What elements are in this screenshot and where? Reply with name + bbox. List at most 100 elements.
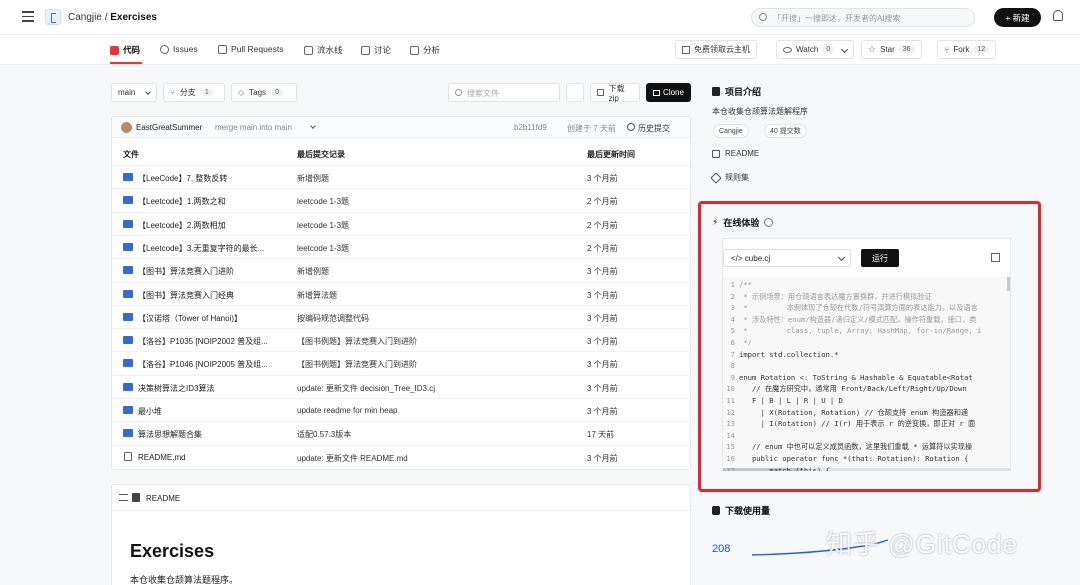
folder-icon — [123, 429, 133, 437]
file-search-input[interactable]: 搜索文件 — [448, 83, 560, 102]
global-search-input[interactable]: 「开搜」一搜即达，开发者的AI搜索 — [751, 8, 975, 27]
commits-chip[interactable]: 40 提交数 — [764, 124, 807, 138]
tag-icon: ◇ — [238, 88, 244, 97]
code-icon — [110, 46, 119, 55]
commit-time: 创建于 7 天前 — [567, 123, 616, 134]
commit-hash[interactable]: b2b11fd9 — [514, 123, 547, 132]
readme-header-label: README — [146, 494, 180, 503]
tab-issues[interactable]: Issues — [160, 44, 198, 54]
folder-icon — [123, 313, 133, 321]
download-zip-button[interactable]: 下载zip — [590, 83, 640, 102]
table-row[interactable]: 【Leetcode】1.两数之和leetcode 1-3题2 个月前 — [112, 188, 690, 211]
table-row[interactable]: 【洛谷】P1035 [NOIP2002 普及组...【图书例题】算法竞赛入门到进… — [112, 328, 690, 351]
file-commit[interactable]: 【图书例题】算法竞赛入门到进阶 — [297, 336, 497, 347]
table-row[interactable]: 算法思想解题合集适配0.57.3版本17 天前 — [112, 421, 690, 444]
breadcrumb-owner[interactable]: Cangjie — [68, 12, 102, 23]
chevron-down-icon — [145, 89, 151, 95]
file-commit[interactable]: 按编码规范调整代码 — [297, 313, 497, 324]
breadcrumb-repo[interactable]: Exercises — [110, 12, 157, 23]
web-ide-button[interactable] — [566, 83, 584, 102]
file-commit[interactable]: leetcode 1-3题 — [297, 196, 497, 207]
star-button[interactable]: ☆Star36 — [861, 40, 922, 59]
history-link[interactable]: 历史提交 — [638, 123, 670, 134]
file-commit[interactable]: update: 更新文件 decision_Tree_ID3.cj — [297, 383, 497, 394]
file-commit[interactable]: 【图书例题】算法竞赛入门到进阶 — [297, 359, 497, 370]
tab-code[interactable]: 代码 — [110, 44, 140, 56]
file-time: 3 个月前 — [587, 313, 618, 324]
breadcrumb-separator: / — [102, 12, 110, 23]
watch-button[interactable]: Watch0 — [776, 40, 854, 59]
bell-icon[interactable] — [1053, 10, 1063, 21]
file-name[interactable]: 【Leetcode】2.两数相加 — [138, 220, 298, 231]
list-icon[interactable] — [119, 494, 128, 501]
readme-link[interactable]: README — [712, 149, 759, 158]
readme-header: README — [112, 485, 690, 511]
file-name[interactable]: 最小堆 — [138, 406, 298, 417]
file-name[interactable]: 决策树算法之ID3算法 — [138, 383, 298, 394]
history-icon — [627, 123, 635, 131]
repo-nav: 代码 Issues Pull Requests 流水线 讨论 分析 免费领取云主… — [0, 35, 1080, 65]
file-commit[interactable]: leetcode 1-3题 — [297, 220, 497, 231]
terminal-icon — [653, 90, 660, 96]
tab-discussion[interactable]: 讨论 — [361, 44, 391, 56]
file-name[interactable]: 【图书】算法竞赛入门进阶 — [138, 266, 298, 277]
folder-icon — [123, 290, 133, 298]
free-host-button[interactable]: 免费领取云主机 — [675, 40, 757, 59]
menu-icon[interactable] — [22, 11, 34, 22]
table-row[interactable]: 【汉诺塔（Tower of Hanoi)】按编码规范调整代码 3 个月前 — [112, 305, 690, 328]
file-commit[interactable]: update readme for min heap — [297, 406, 497, 415]
col-file: 文件 — [123, 149, 139, 160]
tab-pull-requests[interactable]: Pull Requests — [218, 44, 283, 54]
language-chip[interactable]: Cangjie — [713, 124, 749, 138]
file-name[interactable]: 【汉诺塔（Tower of Hanoi)】 — [138, 313, 298, 324]
file-name[interactable]: 【洛谷】P1035 [NOIP2002 普及组... — [138, 336, 298, 347]
folder-icon — [123, 383, 133, 391]
file-commit[interactable]: leetcode 1-3题 — [297, 243, 497, 254]
chevron-down-icon[interactable] — [841, 46, 848, 53]
eye-icon — [783, 47, 792, 53]
downloads-title: 下载使用量 — [712, 504, 770, 517]
table-row[interactable]: 最小堆update readme for min heap3 个月前 — [112, 398, 690, 421]
table-row[interactable]: 【Leetcode】3.无重复字符的最长...leetcode 1-3题2 个月… — [112, 235, 690, 258]
avatar[interactable] — [121, 122, 132, 133]
folder-icon — [123, 336, 133, 344]
file-name[interactable]: 【Leetcode】1.两数之和 — [138, 196, 298, 207]
readme-title: Exercises — [130, 541, 214, 562]
table-row[interactable]: 【图书】算法竞赛入门经典新增算法题3 个月前 — [112, 282, 690, 305]
file-commit[interactable]: 新增例题 — [297, 173, 497, 184]
file-name[interactable]: 【LeeCode】7. 整数反转 — [138, 173, 298, 184]
tab-pipeline[interactable]: 流水线 — [304, 44, 343, 56]
tab-analysis[interactable]: 分析 — [410, 44, 440, 56]
table-row[interactable]: 【LeeCode】7. 整数反转新增例题3 个月前 — [112, 165, 690, 188]
tags-button[interactable]: ◇Tags0 — [231, 83, 297, 102]
clone-button[interactable]: Clone — [646, 83, 691, 102]
commit-message[interactable]: merge main into main — [215, 123, 292, 132]
table-row[interactable]: 【Leetcode】2.两数相加leetcode 1-3题2 个月前 — [112, 212, 690, 235]
watch-count: 0 — [822, 46, 834, 53]
fork-button[interactable]: ⑂Fork12 — [937, 40, 996, 59]
file-name[interactable]: README.md — [138, 453, 298, 462]
downloads-count: 208 — [712, 543, 730, 555]
table-row[interactable]: 【图书】算法竞赛入门进阶新增例题 3 个月前 — [112, 258, 690, 281]
file-name[interactable]: 【洛谷】P1046 [NOIP2005 普及组... — [138, 359, 298, 370]
branch-select[interactable]: main — [111, 83, 157, 102]
file-name[interactable]: 算法思想解题合集 — [138, 429, 298, 440]
table-row[interactable]: 决策树算法之ID3算法update: 更新文件 decision_Tree_ID… — [112, 375, 690, 398]
file-commit[interactable]: 适配0.57.3版本 — [297, 429, 497, 440]
file-name[interactable]: 【图书】算法竞赛入门经典 — [138, 290, 298, 301]
file-commit[interactable]: 新增例题 — [297, 266, 497, 277]
file-name[interactable]: 【Leetcode】3.无重复字符的最长... — [138, 243, 298, 254]
chevron-down-icon[interactable] — [310, 123, 316, 129]
book-icon — [712, 150, 720, 158]
file-commit[interactable]: update: 更新文件 README.md — [297, 453, 497, 464]
file-time: 3 个月前 — [587, 266, 618, 277]
folder-icon — [123, 266, 133, 274]
table-row[interactable]: README.mdupdate: 更新文件 README.md3 个月前 — [112, 445, 690, 468]
file-commit[interactable]: 新增算法题 — [297, 290, 497, 301]
commit-author[interactable]: EastGreatSummer — [136, 123, 202, 132]
global-search-placeholder: 「开搜」一搜即达，开发者的AI搜索 — [773, 13, 901, 24]
new-button[interactable]: + 新建 — [994, 8, 1041, 27]
table-row[interactable]: 【洛谷】P1046 [NOIP2005 普及组...【图书例题】算法竞赛入门到进… — [112, 351, 690, 374]
rules-link[interactable]: 规则集 — [712, 172, 749, 183]
branches-button[interactable]: ⑂分支1 — [163, 83, 225, 102]
